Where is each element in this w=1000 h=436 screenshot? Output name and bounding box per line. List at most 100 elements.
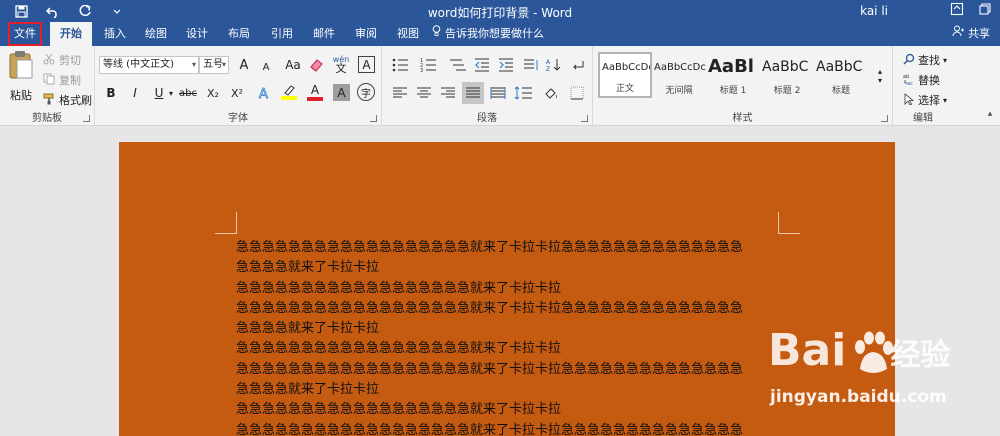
- tell-me-search[interactable]: 告诉我你想要做什么: [432, 22, 544, 46]
- tab-layout[interactable]: 布局: [226, 22, 252, 46]
- align-left-icon[interactable]: [390, 84, 410, 102]
- font-color-button[interactable]: A: [305, 82, 325, 102]
- character-border-button[interactable]: A: [358, 56, 375, 73]
- cut-button[interactable]: 剪切: [43, 52, 81, 68]
- highlight-color-icon[interactable]: [279, 82, 299, 102]
- tab-draw[interactable]: 绘图: [143, 22, 169, 46]
- shading-icon[interactable]: [540, 84, 562, 102]
- clipboard-launcher-icon[interactable]: [83, 115, 90, 122]
- borders-icon[interactable]: [566, 84, 588, 102]
- scissors-icon: [43, 53, 55, 68]
- lightbulb-icon: [432, 22, 441, 46]
- line-spacing-icon[interactable]: [512, 84, 536, 102]
- tab-references[interactable]: 引用: [269, 22, 295, 46]
- collapse-ribbon-icon[interactable]: ▴: [984, 108, 996, 120]
- copy-label: 复制: [59, 74, 81, 87]
- replace-button[interactable]: ab ac 替换: [903, 72, 940, 88]
- share-button[interactable]: 共享: [952, 22, 990, 46]
- phonetic-guide-button[interactable]: wén 文: [332, 54, 350, 74]
- tab-design[interactable]: 设计: [184, 22, 210, 46]
- style-no-spacing[interactable]: AaBbCcDc 无间隔: [652, 52, 706, 98]
- style-heading-2[interactable]: AaBbC 标题 2: [760, 52, 814, 98]
- style-sample: AaBbC: [762, 59, 809, 75]
- tab-mailings[interactable]: 邮件: [311, 22, 337, 46]
- format-painter-button[interactable]: 格式刷: [43, 92, 92, 108]
- cut-label: 剪切: [59, 54, 81, 67]
- tab-file[interactable]: 文件: [8, 22, 42, 46]
- shrink-font-button[interactable]: A: [257, 59, 275, 75]
- document-title: word如何打印背景 - Word: [427, 6, 573, 20]
- subscript-button[interactable]: X₂: [203, 84, 223, 102]
- distributed-icon[interactable]: [488, 84, 508, 102]
- clear-formatting-icon[interactable]: [307, 56, 325, 74]
- text-effects-icon[interactable]: A: [255, 84, 275, 102]
- tab-insert[interactable]: 插入: [102, 22, 128, 46]
- italic-button[interactable]: I: [127, 84, 143, 102]
- watermark-suffix: 经验: [890, 338, 951, 373]
- format-painter-label: 格式刷: [59, 94, 92, 107]
- style-title[interactable]: AaBbC 标题: [814, 52, 868, 98]
- svg-text:ac: ac: [907, 81, 913, 85]
- margin-corner-mark: [215, 212, 237, 234]
- group-editing: 查找 ▾ ab ac 替换 选择 ▾ 编辑: [893, 46, 953, 126]
- change-case-button[interactable]: Aa: [281, 57, 305, 73]
- paw-logo-icon: [855, 331, 893, 373]
- bullets-icon[interactable]: [390, 56, 414, 74]
- ribbon-display-icon[interactable]: [950, 2, 964, 19]
- restore-icon[interactable]: [978, 2, 992, 19]
- underline-dropdown-icon[interactable]: ▾: [167, 84, 175, 102]
- user-name[interactable]: kai li: [860, 4, 888, 18]
- tab-home[interactable]: 开始: [50, 22, 92, 47]
- enclose-characters-button[interactable]: 字: [357, 83, 375, 101]
- tab-review[interactable]: 审阅: [353, 22, 379, 46]
- multilevel-list-icon[interactable]: [446, 56, 470, 74]
- chinese-layout-icon[interactable]: [520, 56, 542, 74]
- window-controls: [950, 2, 992, 19]
- font-launcher-icon[interactable]: [370, 115, 377, 122]
- character-shading-icon[interactable]: A: [333, 84, 350, 101]
- tab-view[interactable]: 视图: [395, 22, 421, 46]
- chevron-down-icon: ▾: [191, 60, 196, 69]
- strikethrough-button[interactable]: abc: [177, 84, 199, 102]
- font-name-select[interactable]: 等线 (中文正文) ▾: [99, 56, 199, 74]
- select-button[interactable]: 选择 ▾: [903, 92, 947, 108]
- find-button[interactable]: 查找 ▾: [903, 52, 947, 68]
- underline-button[interactable]: U: [151, 84, 167, 102]
- chevron-down-icon: ▾: [943, 95, 948, 105]
- grow-font-button[interactable]: A: [235, 57, 253, 73]
- superscript-button[interactable]: X²: [227, 84, 247, 102]
- align-center-icon[interactable]: [414, 84, 434, 102]
- style-sample: AaBbCcDc: [654, 62, 706, 73]
- brush-icon: [43, 93, 55, 108]
- decrease-indent-icon[interactable]: [472, 56, 492, 74]
- document-line: 急急急急急急急急急急急急急急急急急急就来了卡拉卡拉: [236, 280, 562, 296]
- copy-button[interactable]: 复制: [43, 72, 81, 88]
- document-line: 急急急急急急急急急急急急急急急急急急就来了卡拉卡拉: [236, 341, 562, 357]
- group-clipboard: 粘贴 剪切 复制 格式刷 剪贴板: [0, 46, 95, 126]
- numbering-icon[interactable]: 123: [418, 56, 442, 74]
- style-name: 无间隔: [665, 86, 693, 96]
- style-normal[interactable]: AaBbCcDc 正文: [598, 52, 652, 98]
- title-bar: word如何打印背景 - Word kai li: [0, 0, 1000, 22]
- style-name: 标题: [831, 86, 850, 96]
- styles-more-button[interactable]: ▴ ▾: [872, 54, 888, 98]
- ribbon-home: 粘贴 剪切 复制 格式刷 剪贴板 等线 (中文正文) ▾ 五号 ▾ A A Aa…: [0, 46, 1000, 126]
- font-size-select[interactable]: 五号 ▾: [199, 56, 229, 74]
- find-label: 查找: [918, 54, 940, 67]
- group-paragraph: 123 AZ 段落: [382, 46, 593, 126]
- svg-text:3: 3: [420, 68, 423, 72]
- document-line: 急急急急急急急急急急急急急急急急急急就来了卡拉卡拉: [236, 402, 562, 418]
- paste-button[interactable]: 粘贴: [6, 50, 36, 102]
- show-marks-icon[interactable]: [568, 56, 588, 74]
- person-icon: [952, 22, 964, 46]
- document-body[interactable]: 急急急急急急急急急急急急急急急急急急就来了卡拉卡拉急急急急急急急急急急急急急急 …: [236, 238, 781, 436]
- increase-indent-icon[interactable]: [496, 56, 516, 74]
- sort-icon[interactable]: AZ: [544, 56, 564, 74]
- styles-launcher-icon[interactable]: [881, 115, 888, 122]
- justify-icon[interactable]: [462, 82, 484, 104]
- style-heading-1[interactable]: AaBl 标题 1: [706, 52, 760, 98]
- watermark-url: jingyan.baidu.com: [770, 387, 947, 407]
- align-right-icon[interactable]: [438, 84, 458, 102]
- paragraph-launcher-icon[interactable]: [581, 115, 588, 122]
- bold-button[interactable]: B: [103, 84, 119, 102]
